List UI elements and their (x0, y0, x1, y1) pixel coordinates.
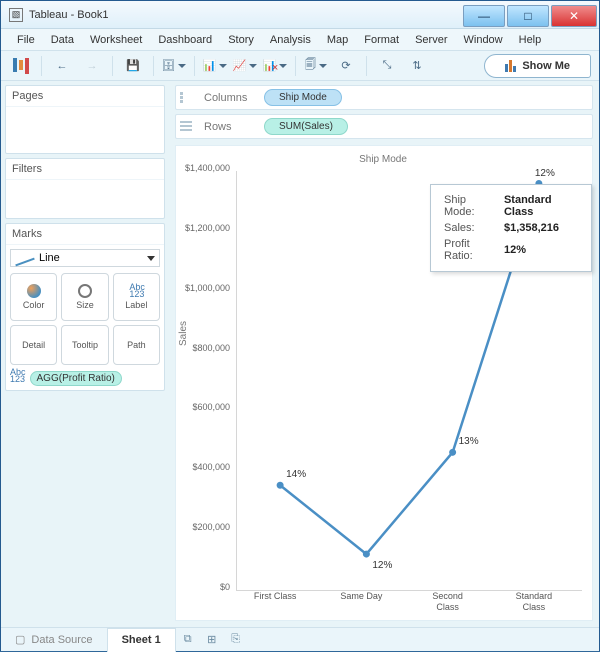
tooltip-value: Standard Class (503, 193, 579, 219)
menu-server[interactable]: Server (415, 34, 447, 46)
y-tick: $800,000 (178, 343, 230, 353)
chevron-down-icon (147, 256, 155, 261)
y-tick: $1,400,000 (178, 163, 230, 173)
filters-shelf[interactable] (6, 180, 164, 218)
line-icon (15, 253, 35, 263)
columns-pill[interactable]: Ship Mode (264, 89, 342, 106)
chart-title: Ship Mode (180, 154, 586, 165)
tooltip-card[interactable]: Tooltip (61, 325, 108, 365)
tooltip-key: Ship Mode: (443, 193, 501, 219)
window-title: Tableau - Book1 (29, 9, 109, 21)
size-card[interactable]: Size (61, 273, 108, 321)
x-tick: Standard Class (506, 591, 562, 613)
y-tick: $1,000,000 (178, 283, 230, 293)
marks-type-select[interactable]: Line (10, 249, 160, 267)
rows-pill[interactable]: SUM(Sales) (264, 118, 348, 135)
back-button[interactable]: ← (50, 55, 74, 77)
columns-icon (180, 92, 194, 104)
rows-shelf[interactable]: Rows SUM(Sales) (175, 114, 593, 139)
detail-card[interactable]: Detail (10, 325, 57, 365)
menu-file[interactable]: File (17, 34, 35, 46)
label-icon: Abc123 (10, 369, 26, 383)
tooltip-key: Sales: (443, 221, 501, 235)
menubar: File Data Worksheet Dashboard Story Anal… (1, 29, 599, 51)
menu-story[interactable]: Story (228, 34, 254, 46)
tooltip-key: Profit Ratio: (443, 237, 501, 263)
point-label: 12% (535, 168, 555, 179)
point-label: 12% (372, 560, 392, 571)
pages-header: Pages (6, 86, 164, 107)
footer: ▢Data Source Sheet 1 ⧉ ⊞ ⎘ (1, 627, 599, 651)
menu-data[interactable]: Data (51, 34, 74, 46)
point-label: 13% (459, 436, 479, 447)
color-icon (27, 284, 41, 298)
tooltip-value: 12% (503, 237, 579, 263)
autoupdate-button[interactable]: 🗐 (304, 55, 328, 77)
show-me-button[interactable]: Show Me (484, 54, 591, 78)
sheet-tab[interactable]: Sheet 1 (107, 628, 176, 652)
menu-format[interactable]: Format (364, 34, 399, 46)
app-icon: ▧ (9, 8, 23, 22)
marks-panel: Marks Line Color Size Abc123Label Detail… (5, 223, 165, 391)
label-icon: Abc123 (129, 284, 143, 298)
columns-shelf[interactable]: Columns Ship Mode (175, 85, 593, 110)
tooltip-value: $1,358,216 (503, 221, 579, 235)
menu-worksheet[interactable]: Worksheet (90, 34, 142, 46)
menu-help[interactable]: Help (519, 34, 542, 46)
new-worksheet-icon[interactable]: ⧉ (176, 633, 200, 646)
point-label: 14% (286, 469, 306, 480)
new-dashboard-icon[interactable]: ⊞ (200, 633, 224, 646)
filters-panel: Filters (5, 158, 165, 219)
x-tick: Second Class (420, 591, 476, 613)
new-ws-button[interactable]: 📊 (203, 55, 227, 77)
menu-analysis[interactable]: Analysis (270, 34, 311, 46)
toolbar: ← → 💾 🗄 📊 📈 📊× 🗐 ⟳ ⤡ ⇅ Show Me (1, 51, 599, 81)
color-card[interactable]: Color (10, 273, 57, 321)
y-tick: $1,200,000 (178, 223, 230, 233)
logo-icon[interactable] (9, 55, 33, 77)
y-tick: $200,000 (178, 522, 230, 532)
chart-area: Ship Mode Sales 14%12%13%12% Ship Mode:S… (175, 145, 593, 621)
swap-button[interactable]: ⤡ (375, 55, 399, 77)
menu-dashboard[interactable]: Dashboard (158, 34, 212, 46)
menu-map[interactable]: Map (327, 34, 348, 46)
x-tick: First Class (247, 591, 303, 602)
y-tick: $0 (178, 582, 230, 592)
y-tick: $400,000 (178, 462, 230, 472)
save-button[interactable]: 💾 (121, 55, 145, 77)
minimize-button[interactable]: — (463, 5, 505, 27)
data-source-tab[interactable]: ▢Data Source (1, 633, 107, 646)
rows-icon (180, 121, 194, 133)
y-tick: $600,000 (178, 402, 230, 412)
size-icon (78, 284, 92, 298)
maximize-button[interactable]: □ (507, 5, 549, 27)
chart-icon (505, 60, 516, 72)
marks-header: Marks (6, 224, 164, 245)
path-card[interactable]: Path (113, 325, 160, 365)
dup-ws-button[interactable]: 📈 (233, 55, 257, 77)
pages-shelf[interactable] (6, 107, 164, 153)
new-story-icon[interactable]: ⎘ (224, 633, 248, 646)
datasource-button[interactable]: 🗄 (162, 55, 186, 77)
pages-panel: Pages (5, 85, 165, 154)
close-button[interactable]: ✕ (551, 5, 597, 27)
x-tick: Same Day (333, 591, 389, 602)
menu-window[interactable]: Window (464, 34, 503, 46)
filters-header: Filters (6, 159, 164, 180)
refresh-button[interactable]: ⟳ (334, 55, 358, 77)
sort-button[interactable]: ⇅ (405, 55, 429, 77)
tooltip: Ship Mode:Standard ClassSales:$1,358,216… (430, 184, 592, 272)
data-source-icon: ▢ (15, 633, 25, 646)
forward-button[interactable]: → (80, 55, 104, 77)
clear-button[interactable]: 📊× (263, 55, 287, 77)
label-card[interactable]: Abc123Label (113, 273, 160, 321)
agg-pill[interactable]: AGG(Profit Ratio) (30, 371, 122, 386)
titlebar: ▧ Tableau - Book1 — □ ✕ (1, 1, 599, 29)
